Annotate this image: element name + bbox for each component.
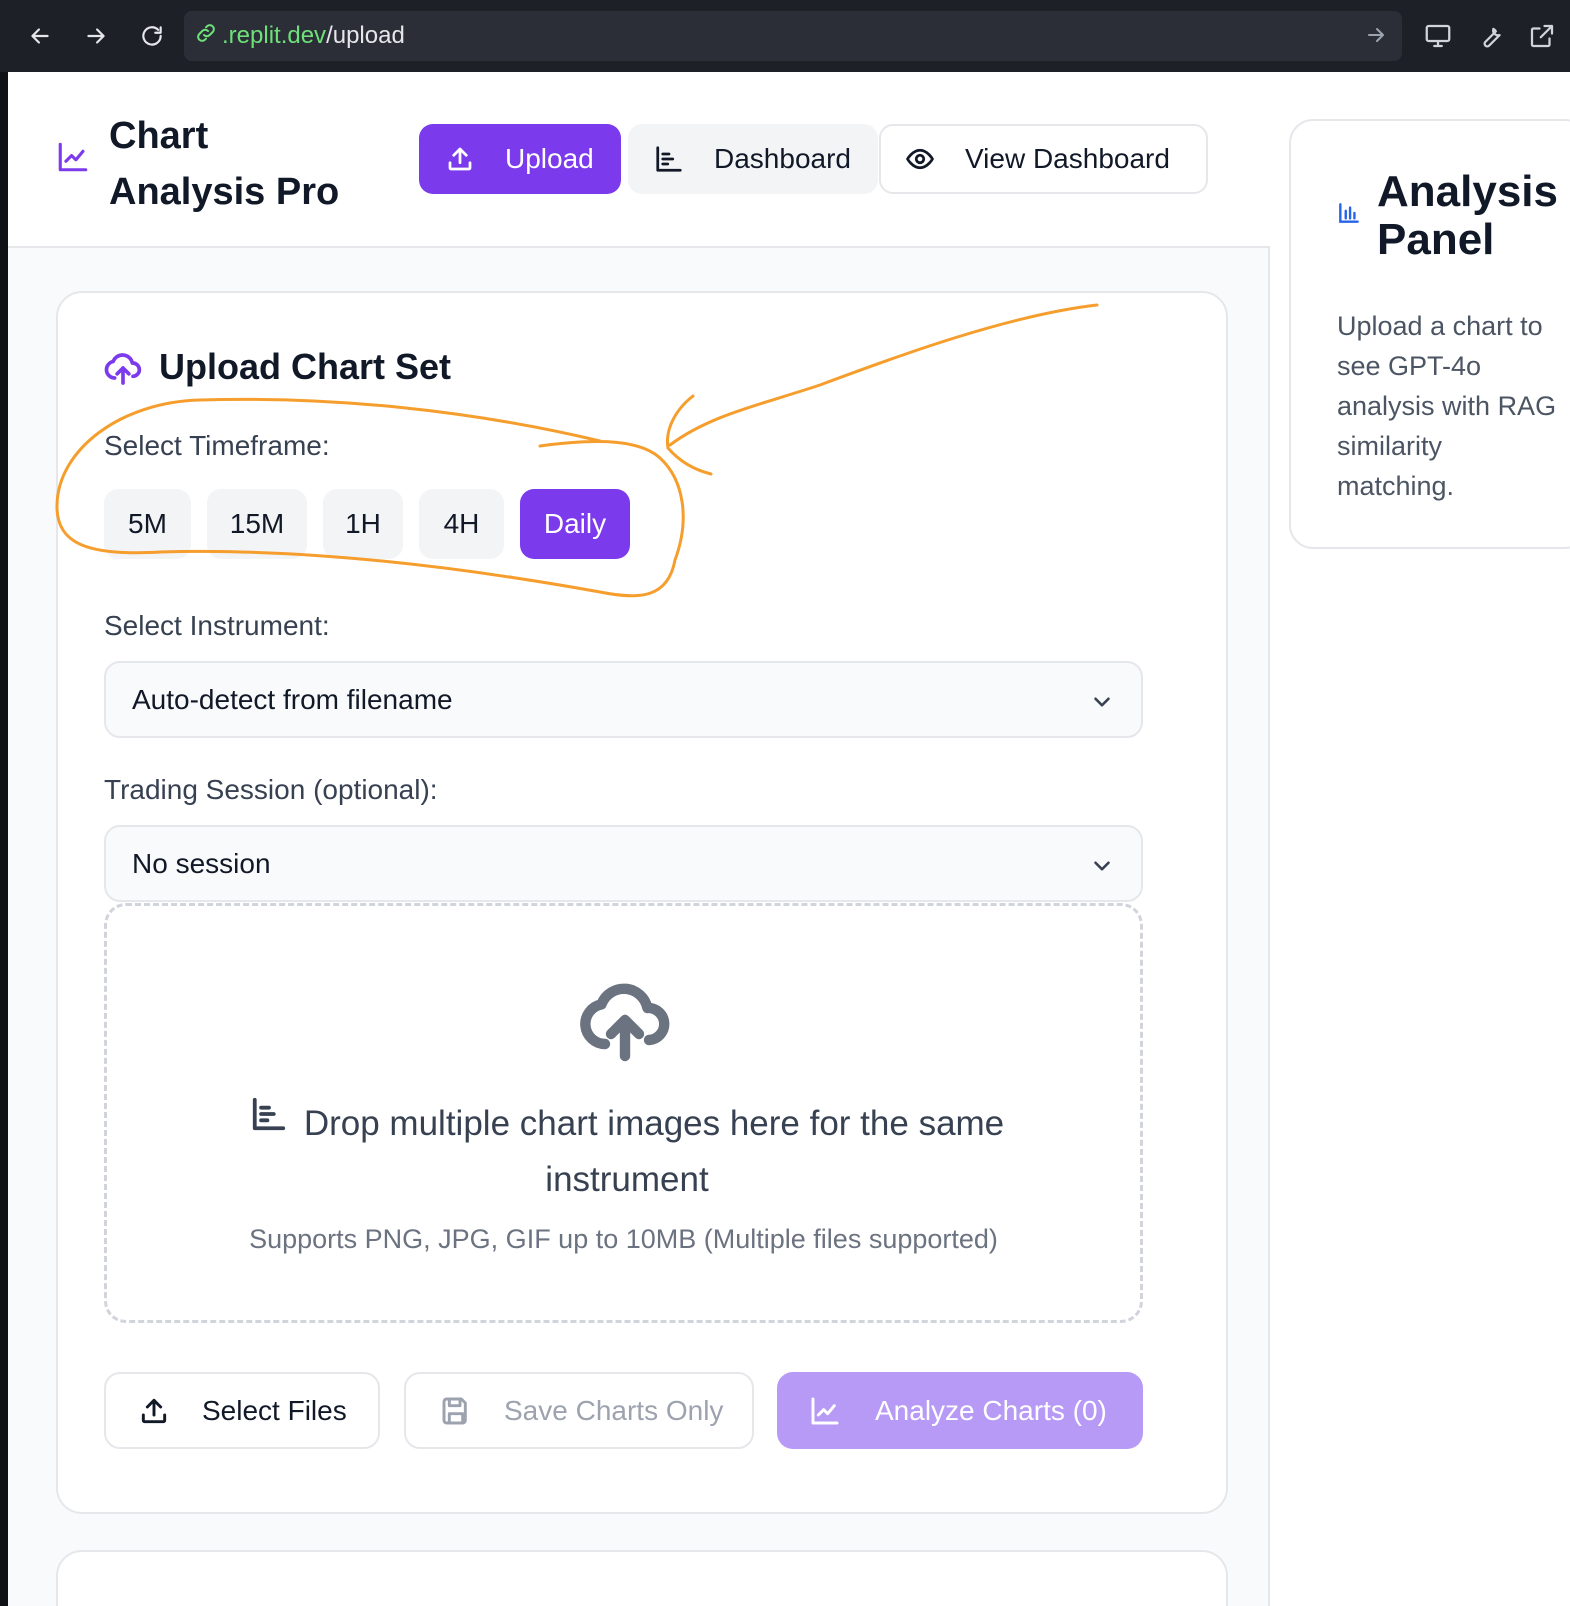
reload-icon: [142, 26, 162, 46]
browser-toolbar: .replit.dev/upload: [0, 0, 1570, 72]
devices-button[interactable]: [1420, 18, 1456, 54]
dropzone-subtitle: Supports PNG, JPG, GIF up to 10MB (Multi…: [249, 1224, 998, 1254]
wrench-icon: [1483, 27, 1501, 48]
monitor-icon: [1425, 24, 1451, 48]
panel-desc-line: see GPT-4o: [1337, 351, 1482, 381]
timeframe-1h[interactable]: 1H: [323, 489, 403, 559]
timeframe-daily[interactable]: Daily: [520, 489, 630, 559]
instrument-select[interactable]: Auto-detect from filename: [104, 661, 1143, 738]
url-bar[interactable]: .replit.dev/upload: [184, 11, 1402, 61]
analysis-panel-title-text: Analysis Panel: [1377, 168, 1558, 264]
timeframe-15m[interactable]: 15M: [207, 489, 307, 559]
link-icon: [194, 21, 218, 52]
external-link-icon: [1530, 24, 1554, 48]
save-charts-button[interactable]: Save Charts Only: [404, 1372, 754, 1449]
timeframe-5m[interactable]: 5M: [104, 489, 191, 559]
cloud-upload-icon: [103, 348, 143, 393]
eye-icon: [906, 148, 934, 170]
analysis-panel-description: Upload a chart to see GPT-4o analysis wi…: [1337, 306, 1570, 506]
go-arrow-icon[interactable]: [1364, 23, 1388, 54]
session-select-value: No session: [132, 847, 271, 879]
dropzone-title: Drop multiple chart images here for the …: [187, 1096, 1067, 1208]
bar-chart-icon: [1336, 200, 1362, 231]
session-select[interactable]: No session: [104, 825, 1143, 902]
dropzone-title-text: Drop multiple chart images here for the …: [303, 1104, 1005, 1199]
line-chart-icon: [811, 1397, 839, 1424]
instrument-select-value: Auto-detect from filename: [132, 683, 453, 715]
app-title: Chart Analysis Pro: [109, 115, 340, 213]
panel-desc-line: analysis with RAG: [1337, 391, 1557, 421]
tab-upload[interactable]: Upload: [419, 124, 621, 194]
session-label: Trading Session (optional):: [104, 774, 438, 805]
file-dropzone[interactable]: Drop multiple chart images here for the …: [104, 903, 1143, 1323]
cloud-upload-icon: [577, 972, 673, 1073]
instrument-label: Select Instrument:: [104, 610, 330, 641]
upload-card-title: Upload Chart Set: [159, 346, 452, 387]
timeframe-label: Select Timeframe:: [104, 430, 330, 461]
save-icon: [442, 1397, 467, 1424]
arrow-right-icon: [87, 28, 105, 44]
line-chart-icon: [56, 140, 90, 179]
tab-dashboard[interactable]: Dashboard: [628, 124, 878, 194]
tab-view-dashboard[interactable]: View Dashboard: [879, 124, 1208, 194]
panel-desc-line: similarity: [1337, 431, 1442, 461]
select-files-button[interactable]: Select Files: [104, 1372, 380, 1449]
panel-desc-line: Upload a chart to: [1337, 311, 1543, 341]
analyze-charts-button[interactable]: Analyze Charts (0): [777, 1372, 1143, 1449]
tab-dashboard-label: Dashboard: [714, 143, 851, 174]
timeframe-4h[interactable]: 4H: [419, 489, 504, 559]
select-files-label: Select Files: [202, 1394, 347, 1426]
forward-button[interactable]: [76, 16, 116, 56]
tools-button[interactable]: [1472, 18, 1508, 54]
tab-view-dashboard-label: View Dashboard: [965, 143, 1170, 174]
url-host: .replit.dev: [222, 22, 327, 49]
chevron-down-icon: [1089, 689, 1115, 722]
reload-button[interactable]: [132, 16, 172, 56]
save-charts-label: Save Charts Only: [504, 1394, 724, 1426]
analyze-charts-label: Analyze Charts (0): [875, 1394, 1107, 1426]
arrow-left-icon: [31, 28, 49, 44]
secondary-card: [56, 1550, 1228, 1606]
analysis-panel-title: Analysis Panel: [1377, 168, 1570, 264]
bar-chart-icon: [656, 146, 682, 172]
back-button[interactable]: [20, 16, 60, 56]
open-external-button[interactable]: [1524, 18, 1560, 54]
upload-icon: [141, 1398, 167, 1423]
panel-desc-line: matching.: [1337, 471, 1455, 501]
upload-icon: [448, 147, 472, 171]
bar-chart-icon: [250, 1094, 288, 1150]
app-header: Chart Analysis Pro Upload Dashboard View…: [8, 72, 1270, 248]
tab-upload-label: Upload: [505, 143, 594, 174]
chevron-down-icon: [1089, 853, 1115, 886]
url-path: /upload: [326, 22, 405, 49]
